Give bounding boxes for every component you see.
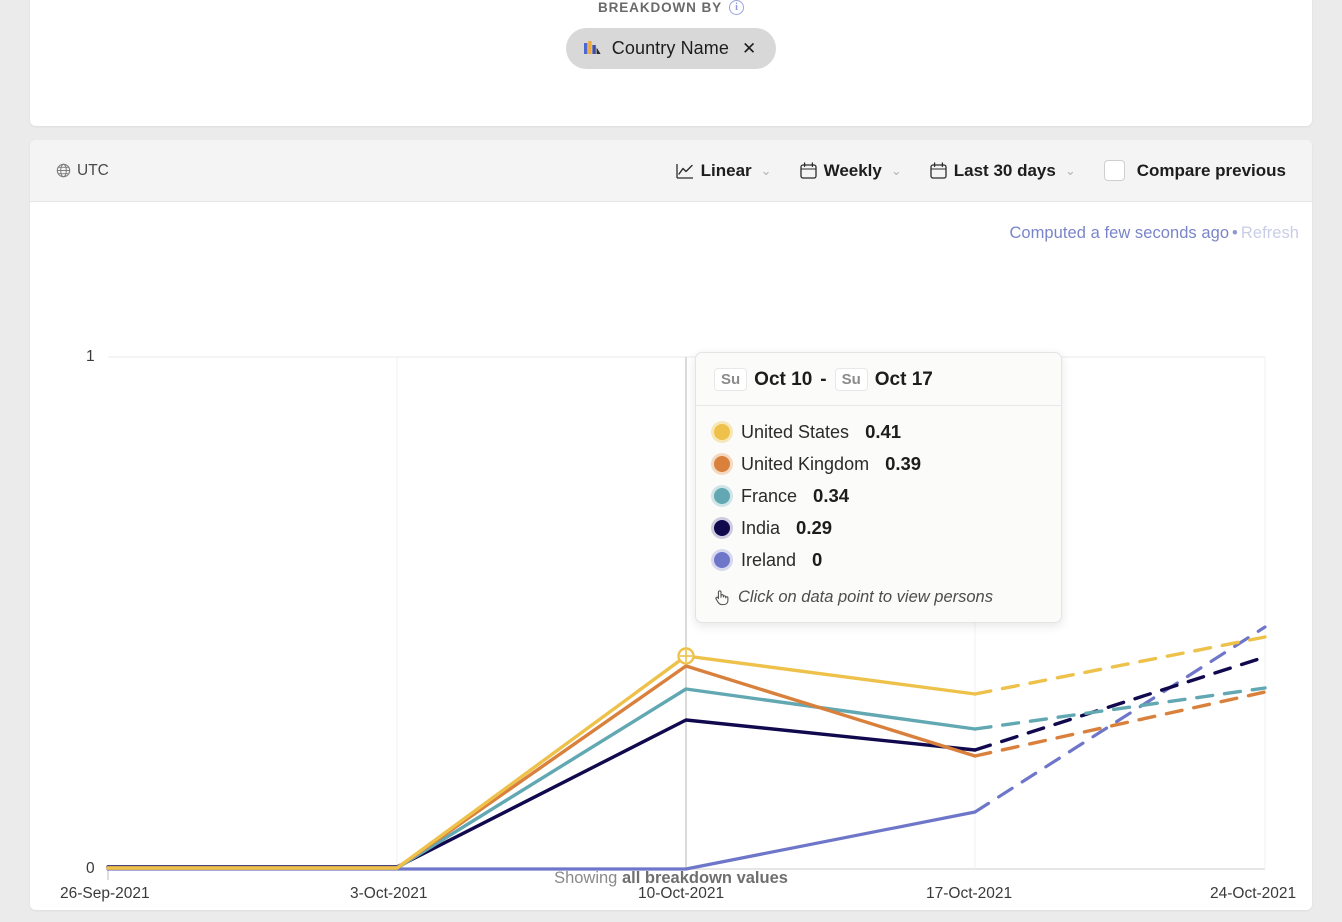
chart-toolbar: UTC Linear ⌄ [30,140,1312,202]
series-projection-ireland[interactable] [975,627,1265,812]
date-range-label: Last 30 days [954,161,1056,181]
breakdown-chip-country-name[interactable]: Country Name ✕ [566,28,777,69]
close-icon[interactable]: ✕ [742,40,756,57]
info-icon[interactable]: i [729,0,744,15]
calendar-icon [930,162,947,179]
scale-selector[interactable]: Linear ⌄ [662,155,786,187]
series-line-india[interactable] [108,720,975,867]
tooltip-series-value: 0.41 [865,421,901,443]
breakdown-content: BREAKDOWN BY i Country Name ✕ [30,0,1312,69]
tooltip-series-name: United States [741,422,849,443]
chevron-down-icon: ⌄ [891,163,902,179]
toolbar-controls: Linear ⌄ Weekly ⌄ [662,154,1294,187]
tooltip-series-name: United Kingdom [741,454,869,475]
chevron-down-icon: ⌄ [761,163,772,179]
series-color-dot [714,424,730,440]
globe-icon [56,163,71,178]
calendar-icon [800,162,817,179]
tooltip-series-value: 0 [812,549,822,571]
breakdown-label: BREAKDOWN BY [598,0,722,15]
y-axis-tick-1: 1 [86,348,95,366]
breakdown-header: BREAKDOWN BY i [598,0,744,15]
series-color-dot [714,520,730,536]
tooltip-end-date: Oct 17 [875,369,933,391]
app-page: BREAKDOWN BY i Country Name ✕ [0,0,1342,922]
chip-label: Country Name [612,38,729,59]
tooltip-series-name: India [741,518,780,539]
compare-previous-label: Compare previous [1137,161,1286,181]
series-projection-india[interactable] [975,657,1265,750]
compare-previous-checkbox[interactable] [1104,160,1125,181]
series-color-dot [714,552,730,568]
compare-previous-toggle[interactable]: Compare previous [1090,154,1294,187]
tooltip-dash: - [820,369,826,391]
tooltip-start-day-badge: Su [714,368,747,391]
pointer-hand-icon [714,589,729,606]
series-projection-united-states[interactable] [975,637,1265,694]
tooltip-row-united-kingdom[interactable]: United Kingdom 0.39 [714,448,1043,480]
tooltip-start-date: Oct 10 [754,369,812,391]
chart-card: UTC Linear ⌄ [30,140,1312,910]
breakdown-card: BREAKDOWN BY i Country Name ✕ [30,0,1312,126]
tooltip-series-list: United States 0.41 United Kingdom 0.39 F… [696,406,1061,582]
interval-selector[interactable]: Weekly ⌄ [786,155,916,187]
tooltip-hint-text: Click on data point to view persons [738,588,993,607]
tooltip-row-ireland[interactable]: Ireland 0 [714,544,1043,576]
tooltip-series-value: 0.34 [813,485,849,507]
tooltip-row-france[interactable]: France 0.34 [714,480,1043,512]
line-chart-plot[interactable] [30,202,1312,910]
tooltip-series-name: France [741,486,797,507]
footer-prefix: Showing [554,869,622,887]
tooltip-hint: Click on data point to view persons [696,582,1061,622]
chart-body: Computed a few seconds ago•Refresh [30,202,1312,910]
series-line-ireland[interactable] [108,812,975,869]
series-color-dot [714,456,730,472]
line-chart-icon [676,163,694,179]
series-color-dot [714,488,730,504]
footer-bold: all breakdown values [622,869,788,887]
timezone-label: UTC [77,162,109,180]
tooltip-row-united-states[interactable]: United States 0.41 [714,416,1043,448]
timezone-selector[interactable]: UTC [56,162,109,180]
scale-label: Linear [701,161,752,181]
tooltip-series-value: 0.29 [796,517,832,539]
interval-label: Weekly [824,161,882,181]
chevron-down-icon: ⌄ [1065,163,1076,179]
bar-chart-icon [584,41,601,56]
tooltip-series-value: 0.39 [885,453,921,475]
tooltip-row-india[interactable]: India 0.29 [714,512,1043,544]
date-range-selector[interactable]: Last 30 days ⌄ [916,155,1090,187]
chart-tooltip: Su Oct 10 - Su Oct 17 United States 0.41… [695,352,1062,623]
breakdown-values-note: Showing all breakdown values [30,869,1312,888]
tooltip-end-day-badge: Su [835,368,868,391]
tooltip-date-range: Su Oct 10 - Su Oct 17 [696,353,1061,406]
tooltip-series-name: Ireland [741,550,796,571]
